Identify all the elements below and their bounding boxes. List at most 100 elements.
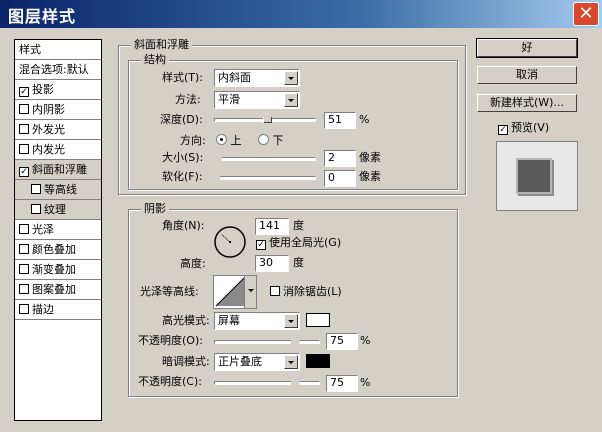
highlight-mode-select[interactable]: 屏幕 (214, 312, 300, 330)
checkbox-unchecked-icon[interactable] (19, 284, 29, 294)
checkbox-unchecked-icon[interactable] (19, 144, 29, 154)
style-list-item[interactable]: ✓ 投影 (15, 80, 101, 100)
soften-input[interactable]: 0 (324, 170, 356, 187)
shading-group-label: 阴影 (141, 203, 169, 215)
preview-checkbox[interactable]: ✓ 预览(V) (498, 121, 549, 135)
style-list-item[interactable]: 混合选项:默认 (15, 60, 101, 80)
checkbox-unchecked-icon[interactable] (19, 304, 29, 314)
structure-group-label: 结构 (141, 54, 169, 66)
radio-off-icon[interactable] (258, 134, 269, 145)
checkbox-unchecked-icon[interactable] (31, 184, 41, 194)
style-list-item-label: 斜面和浮雕 (32, 163, 87, 176)
checkbox-unchecked-icon[interactable] (19, 264, 29, 274)
angle-dial-pointer (220, 233, 231, 243)
style-list-item[interactable]: 内发光 (15, 140, 101, 160)
depth-input[interactable]: 51 (324, 112, 356, 129)
altitude-unit: 度 (293, 256, 304, 269)
preview-swatch (516, 158, 552, 194)
opacity2-input[interactable]: 75 (326, 375, 358, 392)
chevron-down-icon[interactable] (284, 93, 298, 107)
checkbox-checked-icon[interactable]: ✓ (498, 125, 508, 135)
checkbox-unchecked-icon[interactable] (19, 124, 29, 134)
global-light-label: 使用全局光(G) (269, 236, 342, 249)
style-select[interactable]: 内斜面 (214, 69, 300, 87)
style-label: 样式(T): (162, 71, 204, 84)
opacity2-label: 不透明度(C): (138, 375, 202, 388)
gloss-contour-picker[interactable] (213, 275, 257, 309)
style-list-item[interactable]: 内阴影 (15, 100, 101, 120)
soften-slider[interactable] (211, 171, 316, 181)
style-list-item-label: 内发光 (32, 143, 65, 156)
style-list-item-label: 光泽 (32, 223, 54, 236)
size-unit: 像素 (359, 151, 381, 164)
style-preview (496, 141, 578, 211)
cancel-button[interactable]: 取消 (477, 66, 577, 84)
radio-on-icon[interactable] (216, 134, 227, 145)
angle-input[interactable]: 141 (255, 218, 289, 235)
soften-label: 软化(F): (162, 170, 203, 183)
checkbox-checked-icon[interactable]: ✓ (19, 87, 29, 97)
size-input[interactable]: 2 (324, 150, 356, 167)
opacity1-input[interactable]: 75 (326, 333, 358, 350)
checkbox-unchecked-icon[interactable] (19, 104, 29, 114)
style-list: 样式 混合选项:默认 ✓ 投影 内阴影 外发光 内发光 ✓ 斜面和浮雕 等高线 纹理 光泽 颜色叠加 渐变… (14, 39, 102, 421)
soften-unit: 像素 (359, 170, 381, 183)
style-list-item[interactable]: 纹理 (15, 200, 101, 220)
new-style-button[interactable]: 新建样式(W)... (477, 94, 577, 112)
method-select[interactable]: 平滑 (214, 91, 300, 109)
opacity1-unit: % (360, 334, 371, 347)
ok-button[interactable]: 好 (476, 38, 578, 58)
checkbox-checked-icon[interactable]: ✓ (256, 240, 266, 250)
method-label: 方法: (175, 93, 201, 106)
style-select-value: 内斜面 (218, 71, 251, 84)
close-icon[interactable]: ✕ (573, 2, 599, 26)
depth-label: 深度(D): (160, 113, 203, 126)
bevel-group-label: 斜面和浮雕 (131, 39, 192, 51)
highlight-color-swatch[interactable] (306, 313, 330, 327)
direction-up-radio[interactable]: 上 (216, 134, 242, 148)
style-list-item-label: 等高线 (44, 183, 77, 196)
style-list-item[interactable]: 描边 (15, 300, 101, 320)
chevron-down-icon[interactable] (244, 276, 256, 308)
style-list-item[interactable]: 光泽 (15, 220, 101, 240)
depth-slider[interactable] (214, 113, 316, 123)
size-slider[interactable] (213, 152, 316, 162)
global-light-checkbox[interactable]: ✓ 使用全局光(G) (256, 236, 341, 250)
style-list-item[interactable]: 图案叠加 (15, 280, 101, 300)
direction-up-label: 上 (230, 134, 242, 147)
direction-down-radio[interactable]: 下 (258, 134, 284, 148)
checkbox-unchecked-icon[interactable] (270, 286, 280, 296)
preview-label: 预览(V) (511, 121, 550, 134)
checkbox-unchecked-icon[interactable] (31, 204, 41, 214)
opacity2-slider[interactable] (214, 376, 320, 386)
style-list-item-label: 颜色叠加 (32, 243, 76, 256)
checkbox-checked-icon[interactable]: ✓ (19, 167, 29, 177)
altitude-label: 高度: (180, 257, 206, 270)
opacity2-unit: % (360, 376, 371, 389)
angle-dial[interactable] (213, 225, 247, 259)
shadow-mode-select[interactable]: 正片叠底 (214, 353, 300, 371)
chevron-down-icon[interactable] (284, 355, 298, 369)
checkbox-unchecked-icon[interactable] (19, 244, 29, 254)
altitude-input[interactable]: 30 (255, 255, 289, 272)
style-list-item[interactable]: 渐变叠加 (15, 260, 101, 280)
chevron-down-icon[interactable] (284, 314, 298, 328)
angle-label: 角度(N): (162, 219, 205, 232)
checkbox-unchecked-icon[interactable] (19, 224, 29, 234)
style-list-item-label: 描边 (32, 303, 54, 316)
chevron-down-icon[interactable] (284, 71, 298, 85)
style-list-item[interactable]: 外发光 (15, 120, 101, 140)
shadow-color-swatch[interactable] (306, 354, 330, 368)
style-list-item[interactable]: 颜色叠加 (15, 240, 101, 260)
style-list-item-label: 混合选项:默认 (19, 63, 89, 76)
style-list-item[interactable]: ✓ 斜面和浮雕 (15, 160, 101, 180)
antialias-checkbox[interactable]: 消除锯齿(L) (270, 285, 342, 299)
style-list-item-label: 图案叠加 (32, 283, 76, 296)
size-label: 大小(S): (162, 151, 204, 164)
style-list-item[interactable]: 等高线 (15, 180, 101, 200)
antialias-label: 消除锯齿(L) (283, 285, 342, 298)
style-list-item-label: 样式 (19, 43, 41, 56)
style-list-item[interactable]: 样式 (15, 40, 101, 60)
opacity1-slider[interactable] (214, 335, 320, 345)
highlight-mode-value: 屏幕 (218, 314, 240, 327)
